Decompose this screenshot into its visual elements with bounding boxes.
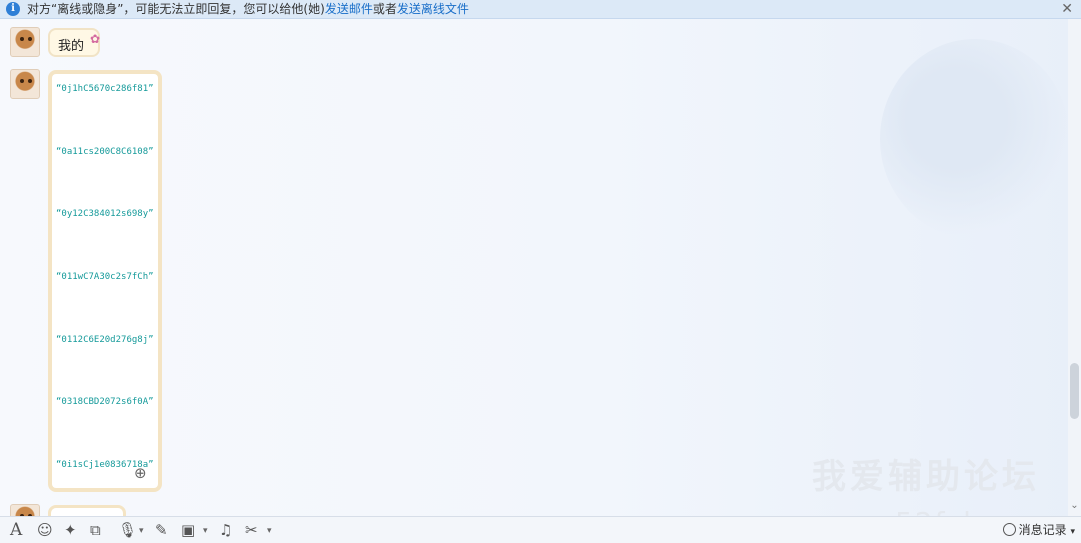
music-icon[interactable]: ♫ <box>219 520 232 540</box>
chevron-down-icon[interactable]: ▾ <box>203 526 208 536</box>
chat-message-area[interactable]: 我爱辅助论坛 www.52fzba.com 我的 ✿ “0j1hC5670c28… <box>0 19 1068 516</box>
message-history-button[interactable]: 消息记录 ▾ <box>1002 521 1075 538</box>
avatar[interactable] <box>10 69 40 99</box>
offline-notice-bar: i 对方“离线或隐身”，可能无法立即回复，您可以给他(她)发送邮件或者发送离线文… <box>0 0 1081 19</box>
send-email-link[interactable]: 发送邮件 <box>325 2 373 16</box>
chevron-down-icon: ▾ <box>1070 527 1075 537</box>
code-line: “0a11cs200C8C6108” <box>56 147 154 157</box>
edit-icon[interactable]: ✎ <box>155 520 168 540</box>
chat-scrollbar[interactable]: ⌄ <box>1068 19 1081 516</box>
microphone-icon[interactable]: 🎙 <box>118 520 137 540</box>
code-line: “0112C6E20d276g8j” <box>56 335 154 345</box>
avatar[interactable] <box>10 504 40 516</box>
code-line: “0y12C384012s698y” <box>56 209 154 219</box>
flower-icon: ✿ <box>89 32 100 46</box>
emoji-icon[interactable]: ☺ <box>37 520 53 540</box>
clock-icon <box>1002 523 1016 536</box>
notice-text-before: 对方“离线或隐身”，可能无法立即回复，您可以给他(她) <box>27 2 325 16</box>
notice-text: 对方“离线或隐身”，可能无法立即回复，您可以给他(她)发送邮件或者发送离线文件 <box>27 0 469 18</box>
nudge-icon[interactable]: ✦ <box>64 520 77 540</box>
notice-text-middle: 或者 <box>372 2 397 16</box>
image-icon[interactable]: ▣ <box>181 520 195 540</box>
font-icon[interactable]: A <box>10 520 22 540</box>
scrollbar-thumb[interactable] <box>1070 363 1079 419</box>
close-icon[interactable]: ✕ <box>1061 0 1073 18</box>
scissors-icon[interactable]: ✂ <box>245 520 258 540</box>
watermark-title: 我爱辅助论坛 <box>812 457 1040 497</box>
message-bubble <box>48 505 126 516</box>
screenshot-icon[interactable]: ⧉ <box>90 520 101 540</box>
info-icon: i <box>6 2 20 16</box>
message-text: 我的 <box>58 39 85 54</box>
chevron-down-icon[interactable]: ▾ <box>267 526 272 536</box>
message-bubble: 我的 ✿ <box>48 28 100 57</box>
avatar[interactable] <box>10 27 40 57</box>
watermark-url: www.52fzba.com <box>812 506 1068 516</box>
send-offline-file-link[interactable]: 发送离线文件 <box>397 2 469 16</box>
zoom-in-icon[interactable]: ⊕ <box>134 464 152 482</box>
chevron-down-icon[interactable]: ⌄ <box>1068 500 1081 514</box>
code-line: “011wC7A30c2s7fCh” <box>56 272 154 282</box>
code-line: “0j1hC5670c286f81” <box>56 84 154 94</box>
code-line: “0318CBD2072s6f0A” <box>56 397 154 407</box>
input-toolbar: A ☺ ✦ ⧉ 🎙 ▾ ✎ ▣ ▾ ♫ ✂ ▾ 消息记录 ▾ <box>0 516 1081 543</box>
history-label: 消息记录 <box>1018 523 1067 537</box>
chevron-down-icon[interactable]: ▾ <box>139 526 144 536</box>
image-message-bubble[interactable]: “0j1hC5670c286f81” “0a11cs200C8C6108” “0… <box>48 70 162 492</box>
background-flower-decoration <box>880 39 1068 239</box>
